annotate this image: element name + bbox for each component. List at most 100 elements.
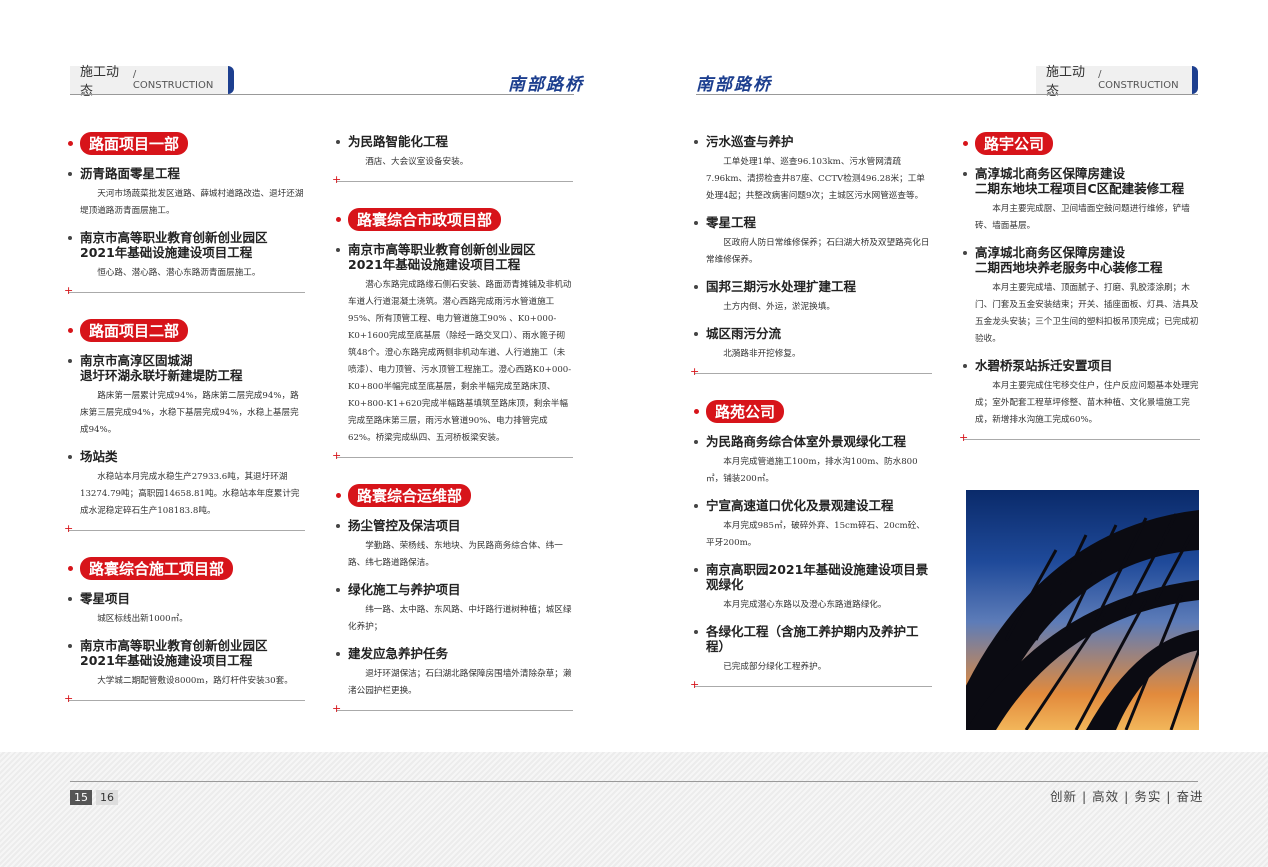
bullet-icon	[336, 248, 340, 252]
project-title: 沥青路面零星工程	[80, 166, 181, 181]
project-description: 酒店、大会议室设备安装。	[365, 157, 469, 167]
project-title: 水碧桥泵站拆迁安置项目	[975, 358, 1113, 373]
project-description: 工单处理1单、巡查96.103km、污水管网清疏7.96km、清捞检查井87座、…	[706, 157, 925, 201]
plus-icon: +	[690, 365, 700, 378]
project-title: 南京市高等职业教育创新创业园区 2021年基础设施建设项目工程	[80, 230, 268, 260]
department-section: 污水巡查与养护工单处理1单、巡查96.103km、污水管网清疏7.96km、清捞…	[690, 134, 932, 378]
project-title: 场站类	[80, 449, 118, 464]
section-divider: +	[64, 692, 305, 705]
project-title: 为民路智能化工程	[348, 134, 449, 149]
project-item: 高淳城北商务区保障房建设 二期西地块养老服务中心装修工程本月主要完成墙、顶面腻子…	[963, 245, 1200, 348]
department-title: 路寰综合市政项目部	[348, 208, 502, 231]
project-item: 南京高职园2021年基础设施建设项目景观绿化 本月完成潜心东路以及澄心东路道路绿化…	[694, 562, 932, 614]
project-item: 南京市高淳区固城湖 退圩环湖永联圩新建堤防工程 路床第一层累计完成94%，路床第二…	[68, 353, 305, 439]
column-2: 为民路智能化工程 酒店、大会议室设备安装。 + 路寰综合市政项目部 南京市高等职业教育创…	[332, 124, 573, 737]
bullet-icon	[336, 588, 340, 592]
department-header: 路寰综合市政项目部	[336, 208, 573, 232]
bullet-dot-icon	[68, 566, 73, 571]
department-title: 路苑公司	[706, 400, 785, 423]
project-description: 学勤路、荣杨线、东地块、为民路商务综合体、纬一路、纬七路道路保洁。	[348, 541, 563, 568]
project-description: 潜心东路完成路缘石侧石安装、路面沥青摊铺及非机动车道人行道混凝土浇筑。潜心西路完…	[348, 280, 572, 443]
project-item: 国邦三期污水处理扩建工程土方内倒、外运，淤泥换填。	[694, 279, 932, 316]
bullet-icon	[68, 644, 72, 648]
department-section: 路寰综合运维部 扬尘管控及保洁项目 学勤路、荣杨线、东地块、为民路商务综合体、纬一路…	[332, 484, 573, 715]
project-title: 建发应急养护任务	[348, 646, 449, 661]
project-title: 为民路商务综合体室外景观绿化工程	[706, 434, 907, 449]
company-logo-left: 南部路桥	[508, 75, 584, 95]
bullet-icon	[963, 251, 967, 255]
project-description: 本月主要完成墙、顶面腻子、打磨、乳胶漆涂刷；木门、门套及五金安装结束；开关、插座…	[975, 283, 1199, 344]
department-header: 路宇公司	[963, 132, 1200, 156]
bullet-icon	[694, 440, 698, 444]
project-description: 已完成部分绿化工程养护。	[723, 662, 827, 672]
column-3: 污水巡查与养护工单处理1单、巡查96.103km、污水管网清疏7.96km、清捞…	[690, 124, 932, 713]
bullet-dot-icon	[68, 328, 73, 333]
plus-icon: +	[64, 522, 74, 535]
bullet-icon	[694, 332, 698, 336]
department-section: 路寰综合市政项目部南京市高等职业教育创新创业园区 2021年基础设施建设项目工程…	[332, 208, 573, 462]
project-item: 零星项目 城区标线出新1000㎡。	[68, 591, 305, 628]
bullet-icon	[68, 236, 72, 240]
department-header: 路面项目一部	[68, 132, 305, 156]
section-tab-right: 施工动态 / CONSTRUCTION	[1036, 65, 1192, 99]
bullet-icon	[963, 172, 967, 176]
section-divider: +	[64, 522, 305, 535]
project-description: 本月主要完成厨、卫间墙面空鼓问题进行维修，铲墙砖、墙面基层。	[975, 204, 1190, 231]
bullet-icon	[694, 568, 698, 572]
project-title: 宁宣高速道口优化及景观建设工程	[706, 498, 894, 513]
bullet-dot-icon	[336, 217, 341, 222]
plus-icon: +	[332, 449, 342, 462]
bullet-icon	[68, 359, 72, 363]
project-item: 水碧桥泵站拆迁安置项目 本月主要完成住宅移交住户，住户反应问题基本处理完成；室外配…	[963, 358, 1200, 429]
department-section: 路寰综合施工项目部零星项目 城区标线出新1000㎡。南京市高等职业教育创新创业园区…	[64, 557, 305, 705]
section-divider: +	[332, 173, 573, 186]
project-description: 大学城二期配管敷设8000m，路灯杆件安装30套。	[97, 676, 293, 686]
project-title: 绿化施工与养护项目	[348, 582, 461, 597]
project-item: 建发应急养护任务 退圩环湖保洁；石臼湖北路保障房围墙外清除杂草；濑渚公园护栏更换。	[336, 646, 573, 700]
project-title: 污水巡查与养护	[706, 134, 794, 149]
project-item: 为民路智能化工程酒店、大会议室设备安装。	[336, 134, 573, 171]
department-section: 路宇公司高淳城北商务区保障房建设 二期东地块工程项目C区配建装修工程 本月主要完成…	[959, 132, 1200, 444]
project-item: 为民路商务综合体室外景观绿化工程 本月完成管道施工100m，排水沟100m、防水8…	[694, 434, 932, 488]
column-4: 路宇公司高淳城北商务区保障房建设 二期东地块工程项目C区配建装修工程 本月主要完成…	[959, 132, 1200, 466]
bullet-icon	[694, 221, 698, 225]
bullet-icon	[694, 504, 698, 508]
bullet-dot-icon	[963, 141, 968, 146]
department-section: 路面项目二部 南京市高淳区固城湖 退圩环湖永联圩新建堤防工程 路床第一层累计完成94…	[64, 319, 305, 535]
department-title: 路面项目一部	[80, 132, 189, 155]
project-title: 南京市高等职业教育创新创业园区 2021年基础设施建设项目工程	[80, 638, 268, 668]
bullet-icon	[336, 140, 340, 144]
footer-rule	[70, 781, 1198, 782]
tab-accent-bar	[1192, 66, 1198, 94]
bullet-icon	[694, 630, 698, 634]
company-motto: 创新 | 高效 | 务实 | 奋进	[1050, 789, 1204, 804]
department-title: 路寰综合运维部	[348, 484, 472, 507]
plus-icon: +	[64, 692, 74, 705]
bullet-icon	[694, 285, 698, 289]
plus-icon: +	[690, 678, 700, 691]
project-title: 零星项目	[80, 591, 131, 606]
department-title: 路寰综合施工项目部	[80, 557, 234, 580]
plus-icon: +	[332, 702, 342, 715]
bullet-icon	[336, 652, 340, 656]
department-header: 路寰综合施工项目部	[68, 557, 305, 581]
bullet-dot-icon	[336, 493, 341, 498]
project-description: 路床第一层累计完成94%，路床第二层完成94%，路床第三层完成94%，水稳下基层…	[80, 391, 299, 435]
section-tab-subtitle: / CONSTRUCTION	[1098, 69, 1179, 91]
project-description: 土方内倒、外运，淤泥换填。	[723, 302, 835, 312]
page-number-right: 16	[96, 790, 118, 805]
project-item: 污水巡查与养护工单处理1单、巡查96.103km、污水管网清疏7.96km、清捞…	[694, 134, 932, 205]
project-item: 城区雨污分流 北漪路非开挖修复。	[694, 326, 932, 363]
department-header: 路苑公司	[694, 400, 932, 424]
project-title: 各绿化工程（含施工养护期内及养护工程）	[706, 624, 919, 654]
section-divider: +	[690, 365, 932, 378]
project-description: 恒心路、潜心路、潜心东路沥青面层施工。	[97, 268, 261, 278]
section-divider: +	[959, 431, 1200, 444]
bullet-icon	[694, 140, 698, 144]
section-tab-subtitle: / CONSTRUCTION	[132, 69, 214, 91]
page-number-left: 15	[70, 790, 92, 805]
project-title: 高淳城北商务区保障房建设 二期西地块养老服务中心装修工程	[975, 245, 1163, 275]
project-title: 国邦三期污水处理扩建工程	[706, 279, 857, 294]
project-item: 南京市高等职业教育创新创业园区 2021年基础设施建设项目工程 潜心东路完成路缘石…	[336, 242, 573, 447]
project-item: 高淳城北商务区保障房建设 二期东地块工程项目C区配建装修工程 本月主要完成厨、卫间…	[963, 166, 1200, 235]
